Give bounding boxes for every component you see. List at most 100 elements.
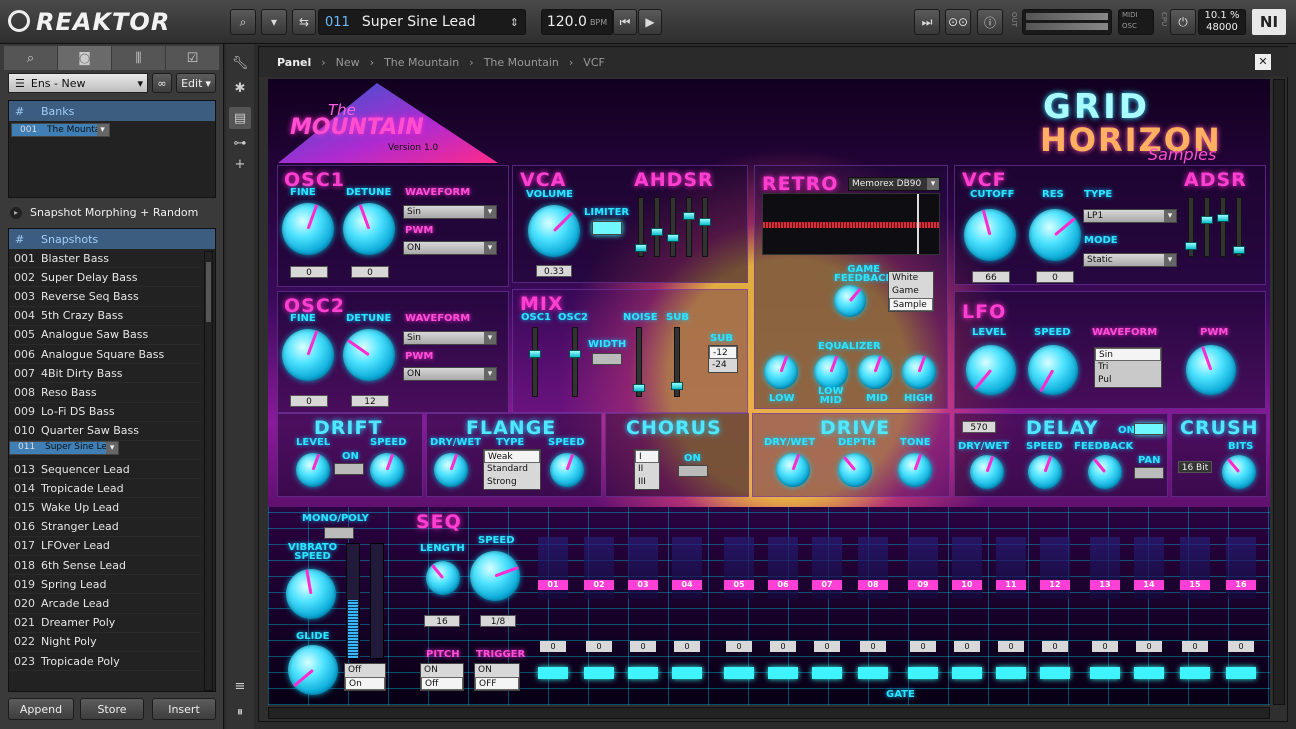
debug-button[interactable]: ✱ (229, 77, 251, 99)
step-gate-button[interactable] (1040, 667, 1070, 679)
step-gate-button[interactable] (538, 667, 568, 679)
snapshot-row[interactable]: 004 5th Crazy Bass (9, 307, 201, 326)
step-value[interactable]: 0 (1042, 641, 1068, 652)
snapshot-row[interactable]: 005 Analogue Saw Bass (9, 326, 201, 345)
bank-row[interactable]: 001 The Mountain (11, 123, 110, 137)
step-value[interactable]: 0 (540, 641, 566, 652)
search-button[interactable]: ⌕ (230, 9, 256, 35)
step-value[interactable]: 0 (586, 641, 612, 652)
step-gate-button[interactable] (858, 667, 888, 679)
step-value[interactable]: 0 (860, 641, 886, 652)
step-value[interactable]: 0 (1092, 641, 1118, 652)
horizontal-scrollbar[interactable] (268, 707, 1270, 719)
snapshot-row[interactable]: 023 Tropicade Poly (9, 652, 201, 672)
step-value[interactable]: 0 (630, 641, 656, 652)
step-gate-button[interactable] (768, 667, 798, 679)
ni-logo[interactable]: NI (1252, 9, 1286, 35)
snapshot-row[interactable]: 007 4Bit Dirty Bass (9, 364, 201, 384)
forward-button[interactable]: ⏭ (914, 9, 940, 35)
snapshot-number: 013 (14, 462, 35, 476)
step-value[interactable]: 0 (726, 641, 752, 652)
edit-button[interactable]: Edit ▾ (176, 73, 216, 93)
pause-button[interactable]: ⏸ (229, 701, 251, 723)
breadcrumb-item[interactable]: VCF (583, 56, 605, 69)
structure-view-button[interactable]: ⊶ (229, 132, 251, 154)
morph-section[interactable]: ▸ Snapshot Morphing + Random (10, 206, 198, 219)
step-value[interactable]: 0 (1228, 641, 1254, 652)
info-button[interactable]: ⓘ (977, 9, 1003, 35)
tab-properties[interactable]: ⫼ (112, 46, 165, 70)
step-gate-button[interactable] (1180, 667, 1210, 679)
step-gate-button[interactable] (672, 667, 702, 679)
step-gate-button[interactable] (812, 667, 842, 679)
tab-search[interactable]: ⌕ (4, 46, 57, 70)
power-button[interactable]: ⏻ (1170, 9, 1196, 35)
breadcrumb-item[interactable]: The Mountain (484, 56, 559, 69)
wrench-button[interactable]: 🔧︎ (229, 52, 251, 74)
step-gate-button[interactable] (952, 667, 982, 679)
snapshot-row[interactable]: 014 Tropicade Lead (9, 479, 201, 499)
add-button[interactable]: + (229, 157, 251, 172)
snapshot-row[interactable]: 022 Night Poly (9, 633, 201, 652)
rewind-button[interactable]: ⏮ (613, 9, 637, 35)
step-gate-button[interactable] (996, 667, 1026, 679)
tempo-display[interactable]: 120.0 BPM (541, 9, 613, 35)
snapshot-row[interactable]: 011 Super Sine Lead (9, 440, 120, 455)
step-gate-button[interactable] (724, 667, 754, 679)
snapshot-row[interactable]: 018 6th Sense Lead (9, 556, 201, 576)
step-number: 11 (996, 580, 1026, 590)
tab-snapshots[interactable]: ◙ (58, 46, 111, 70)
snapshot-selector[interactable]: 011 Super Sine Lead ⇕ (318, 9, 526, 35)
link-button[interactable]: ∞ (152, 73, 172, 93)
snapshot-row[interactable]: 013 Sequencer Lead (9, 460, 201, 480)
snapshot-row[interactable]: 021 Dreamer Poly (9, 614, 201, 633)
snapshot-row[interactable]: 017 LFOver Lead (9, 537, 201, 556)
structure-button[interactable]: ⇆ (292, 9, 316, 35)
append-button[interactable]: Append (8, 698, 74, 720)
menu-button[interactable]: ≡ (229, 675, 251, 697)
tape-button[interactable]: ⊙⊙ (945, 9, 971, 35)
step-gate-button[interactable] (584, 667, 614, 679)
snapshot-row[interactable]: 003 Reverse Seq Bass (9, 287, 201, 307)
updown-arrow-icon[interactable]: ⇕ (510, 16, 519, 29)
output-meter[interactable] (1022, 9, 1112, 35)
insert-button[interactable]: Insert (152, 698, 216, 720)
step-value[interactable]: 0 (814, 641, 840, 652)
store-button[interactable]: Store (80, 698, 144, 720)
step-gate-button[interactable] (1090, 667, 1120, 679)
tab-check[interactable]: ☑ (166, 46, 219, 70)
snapshot-row[interactable]: 009 Lo-Fi DS Bass (9, 403, 201, 422)
snapshot-row[interactable]: 010 Quarter Saw Bass (9, 422, 201, 441)
snapshot-row[interactable]: 016 Stranger Lead (9, 518, 201, 537)
menu-dropdown-button[interactable]: ▾ (261, 9, 287, 35)
snapshot-row[interactable]: 002 Super Delay Bass (9, 268, 201, 288)
step-value[interactable]: 0 (674, 641, 700, 652)
breadcrumb-item[interactable]: The Mountain (384, 56, 459, 69)
step-gate-button[interactable] (908, 667, 938, 679)
snapshots-scrollbar[interactable] (204, 251, 213, 691)
close-icon[interactable]: ✕ (1255, 54, 1271, 70)
snapshot-row[interactable]: 006 Analogue Square Bass (9, 345, 201, 365)
step-gate-button[interactable] (628, 667, 658, 679)
step-value[interactable]: 0 (770, 641, 796, 652)
step-value[interactable]: 0 (1182, 641, 1208, 652)
snapshot-row[interactable]: 015 Wake Up Lead (9, 498, 201, 518)
snapshot-row[interactable]: 008 Reso Bass (9, 383, 201, 403)
breadcrumb-item[interactable]: Panel (277, 56, 311, 69)
ensemble-select[interactable]: ☰ Ens - New ▾ (8, 73, 148, 93)
play-icon: ▶ (645, 15, 655, 29)
step-gate-button[interactable] (1226, 667, 1256, 679)
panel-view-button[interactable]: ▤ (229, 107, 251, 129)
play-button[interactable]: ▶ (638, 9, 662, 35)
breadcrumb-item[interactable]: New (336, 56, 360, 69)
step-gate-button[interactable] (1134, 667, 1164, 679)
snapshot-row[interactable]: 020 Arcade Lead (9, 594, 201, 614)
step-value[interactable]: 0 (998, 641, 1024, 652)
step-value[interactable]: 0 (1136, 641, 1162, 652)
vertical-scrollbar[interactable] (1273, 79, 1285, 705)
step-value[interactable]: 0 (910, 641, 936, 652)
snapshot-row[interactable]: 019 Spring Lead (9, 575, 201, 595)
step-value[interactable]: 0 (954, 641, 980, 652)
snapshot-row[interactable]: 001 Blaster Bass (9, 249, 201, 269)
step-sequencer: 01 0 02 0 03 0 04 0 05 0 06 0 07 0 08 0 09 0 10 0 11 0 12 0 13 0 1… (268, 79, 1270, 705)
